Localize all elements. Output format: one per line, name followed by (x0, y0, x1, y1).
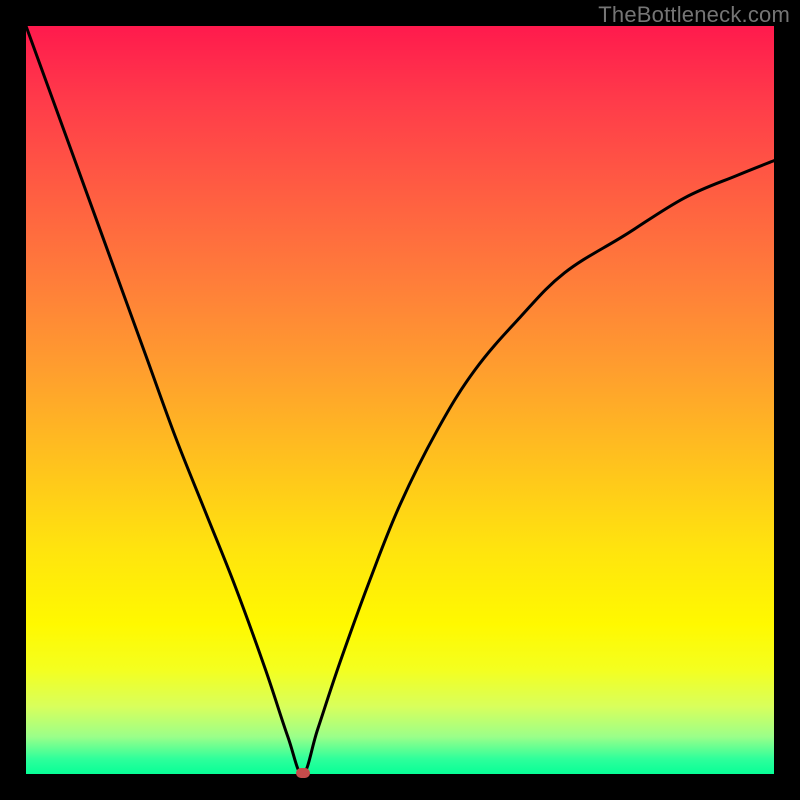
bottleneck-curve (26, 26, 774, 774)
optimum-marker (296, 768, 310, 778)
plot-area (26, 26, 774, 774)
watermark-text: TheBottleneck.com (598, 2, 790, 28)
chart-frame: TheBottleneck.com (0, 0, 800, 800)
